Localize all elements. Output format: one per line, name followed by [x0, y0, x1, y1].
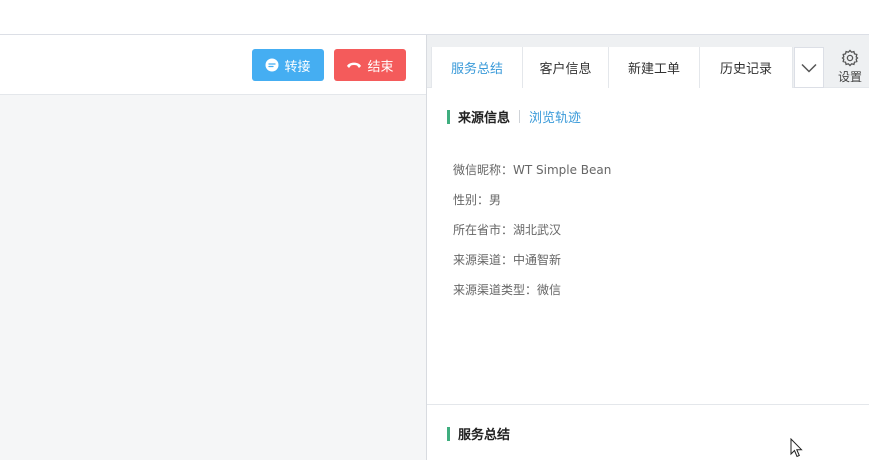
transfer-button[interactable]: 转接: [252, 49, 324, 81]
tab-customer-info[interactable]: 客户信息: [523, 47, 609, 88]
info-province-city: 所在省市：湖北武汉: [453, 223, 562, 237]
section-marker: [447, 109, 450, 124]
top-bar: [0, 0, 869, 35]
info-source-channel: 来源渠道：中通智新: [453, 253, 562, 267]
chat-bubble-icon: [265, 58, 279, 72]
tab-history[interactable]: 历史记录: [700, 47, 793, 88]
chat-panel: 转接 结束: [0, 35, 427, 460]
chevron-down-icon: [801, 63, 817, 73]
header-separator: [519, 110, 521, 123]
end-button[interactable]: 结束: [334, 49, 406, 81]
mouse-cursor-icon: [790, 438, 803, 458]
info-gender: 性别：男: [453, 193, 502, 207]
more-tabs-button[interactable]: [794, 47, 824, 88]
transfer-button-label: 转接: [284, 58, 311, 74]
section-marker: [447, 426, 450, 441]
browse-trail-link[interactable]: 浏览轨迹: [529, 107, 581, 126]
side-tabs: 服务总结 客户信息 新建工单 历史记录 设置: [427, 35, 869, 88]
info-source-channel-type: 来源渠道类型：微信: [453, 283, 562, 297]
chat-toolbar: 转接 结束: [0, 35, 426, 95]
side-panel: 服务总结 客户信息 新建工单 历史记录 设置 来源信息 浏览轨迹 微信昵称：WT…: [427, 35, 869, 460]
settings-button[interactable]: 设置: [831, 49, 869, 87]
tab-service-summary[interactable]: 服务总结: [431, 47, 523, 88]
source-info-list: 微信昵称：WT Simple Bean 性别：男 所在省市：湖北武汉 来源渠道：…: [453, 161, 611, 311]
hang-up-icon: [347, 62, 362, 68]
gear-icon: [841, 49, 859, 67]
tab-new-ticket[interactable]: 新建工单: [609, 47, 700, 88]
section-divider: [427, 404, 869, 405]
settings-label: 设置: [837, 70, 862, 84]
service-summary-header: 服务总结: [447, 424, 510, 443]
source-info-header: 来源信息 浏览轨迹: [447, 107, 581, 126]
source-info-title: 来源信息: [458, 111, 511, 126]
info-wechat-nickname: 微信昵称：WT Simple Bean: [453, 163, 612, 177]
service-summary-title: 服务总结: [458, 428, 511, 443]
end-button-label: 结束: [367, 58, 394, 74]
